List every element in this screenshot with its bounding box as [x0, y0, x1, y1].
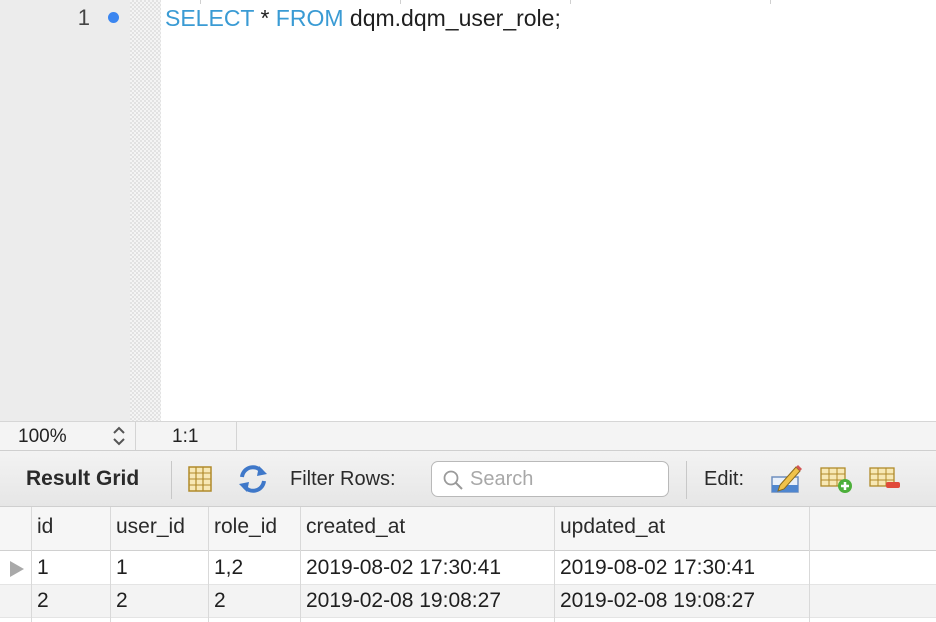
cell-created-at[interactable]: 2019-08-02 17:30:41	[306, 556, 501, 580]
result-grid[interactable]: id user_id role_id created_at updated_at…	[0, 507, 936, 622]
column-header-updated-at[interactable]: updated_at	[560, 515, 665, 539]
current-line-marker	[108, 12, 119, 23]
add-row-icon[interactable]	[820, 463, 852, 495]
fold-strip	[130, 0, 161, 421]
edit-row-icon[interactable]	[770, 463, 802, 495]
column-header-user-id[interactable]: user_id	[116, 515, 185, 539]
column-divider[interactable]	[31, 507, 32, 622]
code-line-1[interactable]: SELECT * FROM dqm.dqm_user_role;	[165, 5, 561, 32]
editor-gutter: 1	[0, 0, 130, 421]
code-table-name: dqm.dqm_user_role;	[343, 5, 561, 31]
column-divider[interactable]	[300, 507, 301, 622]
toolbar-divider	[686, 461, 687, 499]
zoom-level: 100%	[18, 426, 67, 447]
column-header-id[interactable]: id	[37, 515, 53, 539]
cell-id[interactable]: 1	[37, 556, 49, 580]
search-icon	[443, 470, 463, 490]
table-row[interactable]: 1 1 1,2 2019-08-02 17:30:41 2019-08-02 1…	[0, 552, 936, 585]
cell-role-id[interactable]: 2	[214, 589, 226, 613]
column-divider[interactable]	[208, 507, 209, 622]
cursor-position: 1:1	[172, 426, 199, 447]
cell-role-id[interactable]: 1,2	[214, 556, 243, 580]
column-header-created-at[interactable]: created_at	[306, 515, 405, 539]
code-star: *	[254, 5, 276, 31]
toolbar-divider	[171, 461, 172, 499]
keyword-from: FROM	[275, 5, 344, 31]
status-divider	[236, 422, 237, 451]
column-divider[interactable]	[554, 507, 555, 622]
table-row[interactable]: 2 2 2 2019-02-08 19:08:27 2019-02-08 19:…	[0, 585, 936, 618]
filter-search-box[interactable]	[431, 461, 669, 497]
column-divider[interactable]	[809, 507, 810, 622]
result-toolbar: Result Grid Filter Rows: Edit:	[0, 450, 936, 507]
filter-rows-label: Filter Rows:	[290, 468, 396, 490]
keyword-select: SELECT	[165, 5, 255, 31]
editor-status-bar: 100% 1:1	[0, 421, 936, 451]
current-row-pointer-icon	[10, 561, 24, 577]
line-number: 1	[77, 5, 90, 30]
result-grid-tab[interactable]: Result Grid	[26, 467, 139, 491]
cell-updated-at[interactable]: 2019-02-08 19:08:27	[560, 589, 755, 613]
filter-search-input[interactable]	[470, 466, 660, 492]
zoom-stepper-icon[interactable]	[110, 424, 128, 448]
edit-label: Edit:	[704, 468, 745, 490]
column-header-role-id[interactable]: role_id	[214, 515, 277, 539]
cell-created-at[interactable]: 2019-02-08 19:08:27	[306, 589, 501, 613]
grid-header: id user_id role_id created_at updated_at	[0, 507, 936, 551]
form-editor-icon[interactable]	[184, 463, 216, 495]
cell-user-id[interactable]: 2	[116, 589, 128, 613]
cell-id[interactable]: 2	[37, 589, 49, 613]
sql-editor[interactable]: 1 SELECT * FROM dqm.dqm_user_role;	[0, 0, 936, 421]
refresh-icon[interactable]	[237, 463, 269, 495]
cell-user-id[interactable]: 1	[116, 556, 128, 580]
column-divider[interactable]	[110, 507, 111, 622]
cell-updated-at[interactable]: 2019-08-02 17:30:41	[560, 556, 755, 580]
delete-row-icon[interactable]	[869, 463, 901, 495]
status-divider	[135, 422, 136, 451]
